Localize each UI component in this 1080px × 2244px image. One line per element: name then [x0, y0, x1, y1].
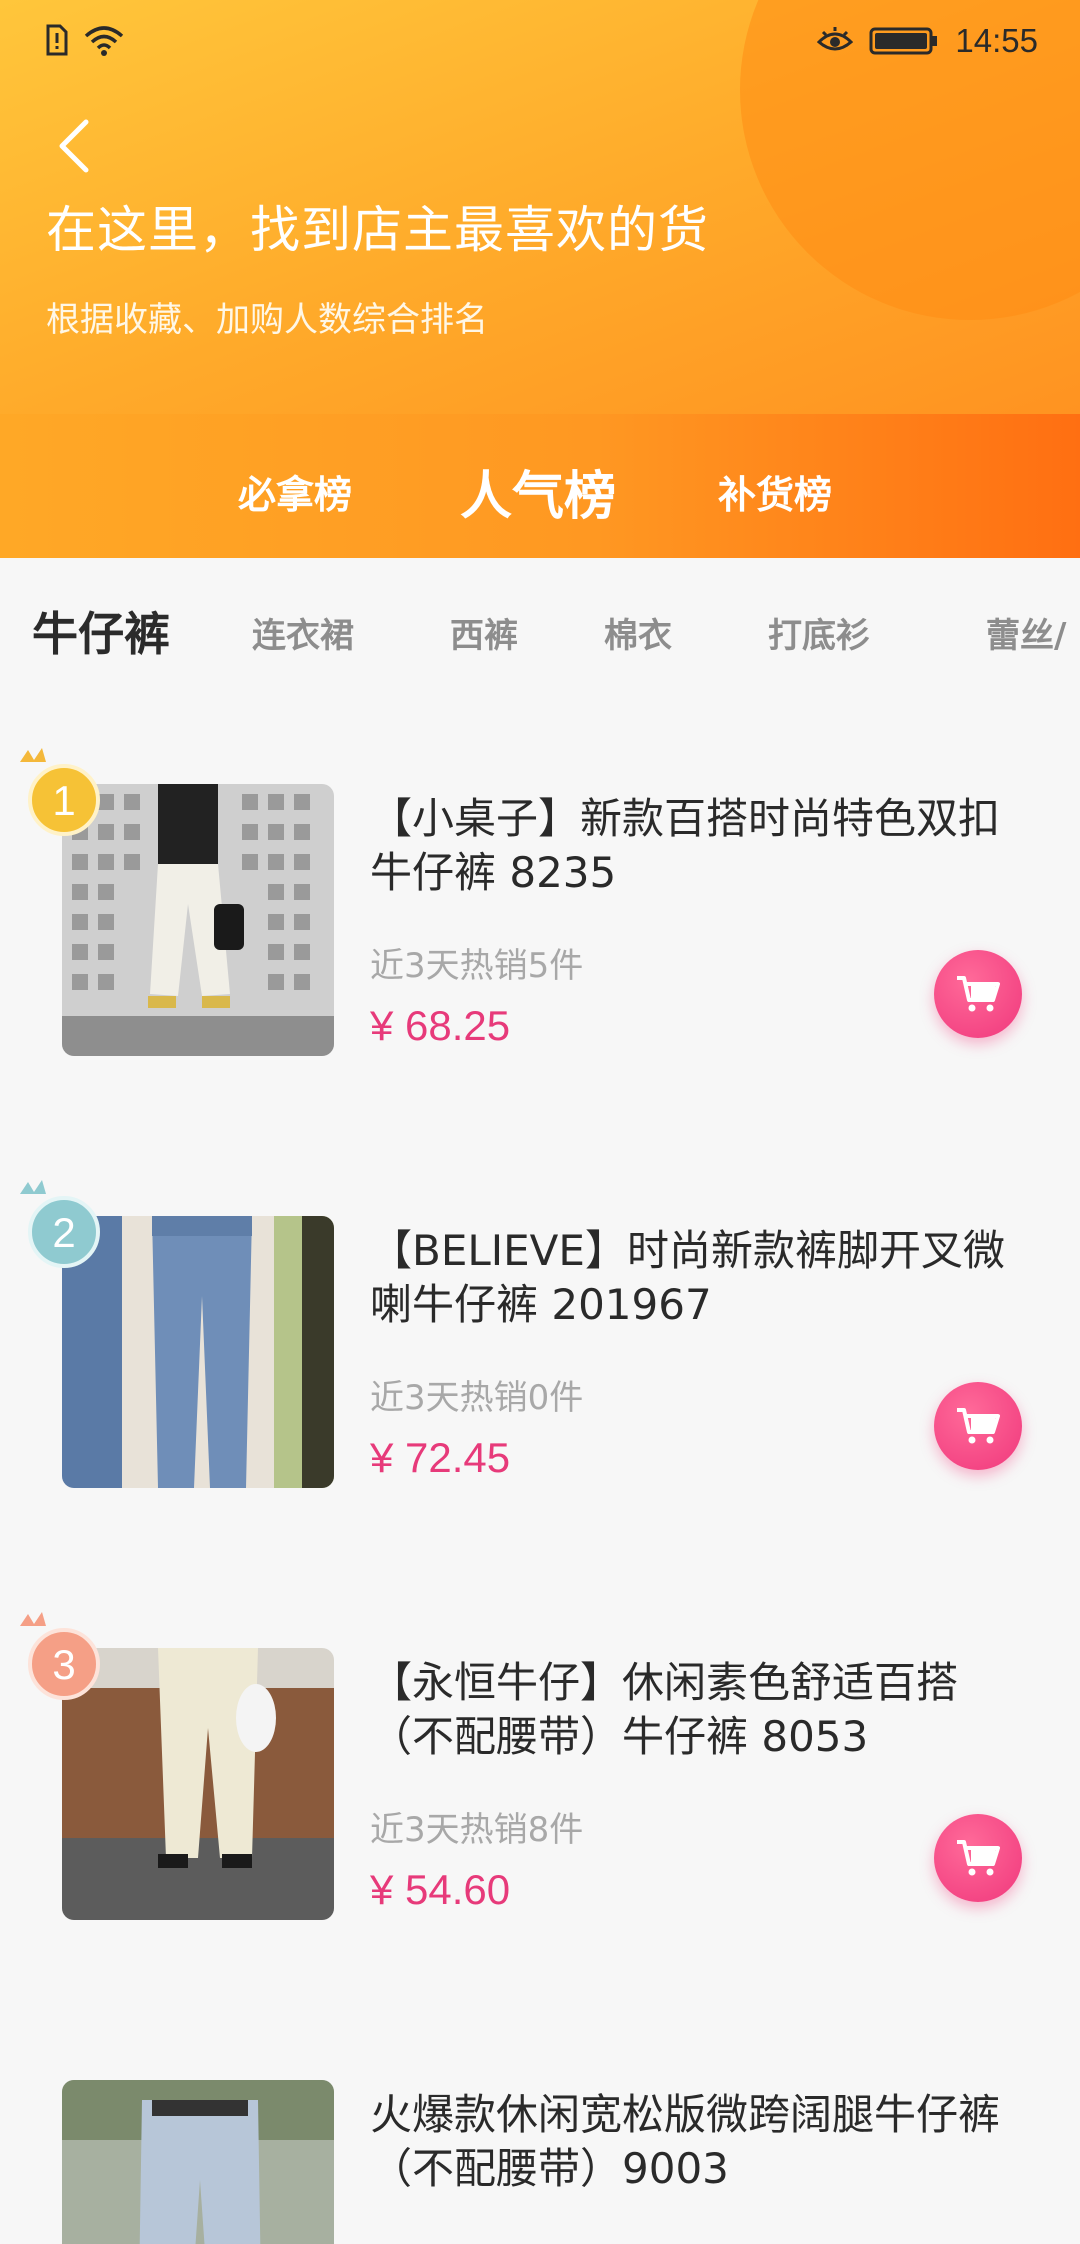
category-trousers[interactable]: 西裤 [450, 608, 518, 657]
rank-1-badge-icon: 1 [20, 748, 100, 836]
category-bar: 牛仔裤 连衣裙 西裤 棉衣 打底衫 蕾丝/ [0, 558, 1080, 708]
product-title[interactable]: 火爆款休闲宽松版微跨阔腿牛仔裤（不配腰带）9003 [370, 2088, 1020, 2196]
category-lace[interactable]: 蕾丝/ [986, 608, 1066, 657]
category-jeans[interactable]: 牛仔裤 [32, 598, 170, 664]
status-time: 14:55 [955, 22, 1038, 59]
page-subtitle: 根据收藏、加购人数综合排名 [46, 300, 488, 340]
product-item[interactable]: 火爆款休闲宽松版微跨阔腿牛仔裤（不配腰带）9003 [0, 2080, 1080, 2244]
product-item[interactable]: 2 【BELIEVE】时尚新款裤脚开叉微喇牛仔裤 201967 近3天热销0件 … [0, 1180, 1080, 1646]
eye-comfort-icon [817, 27, 854, 51]
product-title[interactable]: 【小桌子】新款百搭时尚特色双扣牛仔裤 8235 [370, 792, 1020, 900]
category-cotton-coats[interactable]: 棉衣 [604, 608, 672, 657]
rank-3-badge-icon: 3 [20, 1612, 100, 1700]
svg-text:1: 1 [52, 777, 75, 824]
cart-icon [957, 976, 1000, 1012]
product-item[interactable]: 3 【永恒牛仔】休闲素色舒适百搭（不配腰带）牛仔裤 8053 近3天热销8件 ¥… [0, 1612, 1080, 2078]
svg-text:2: 2 [52, 1209, 75, 1256]
product-price: ¥ 68.25 [370, 1002, 511, 1049]
product-sales: 近3天热销5件 [370, 946, 584, 986]
back-arrow-icon[interactable] [52, 116, 96, 176]
category-base-shirts[interactable]: 打底衫 [768, 608, 870, 657]
product-price: ¥ 72.45 [370, 1434, 511, 1481]
product-item[interactable]: 1 【小桌子】新款百搭时尚特色双扣牛仔裤 8235 近3天热销5件 ¥ 68.2… [0, 748, 1080, 1214]
battery-icon [869, 27, 938, 55]
tab-must-have[interactable]: 必拿榜 [238, 464, 352, 519]
cart-icon [957, 1840, 1000, 1876]
product-title[interactable]: 【BELIEVE】时尚新款裤脚开叉微喇牛仔裤 201967 [370, 1224, 1020, 1332]
sim-alert-icon [46, 24, 68, 56]
svg-text:3: 3 [52, 1641, 75, 1688]
add-to-cart-button[interactable] [934, 1382, 1022, 1470]
product-price: ¥ 54.60 [370, 1866, 511, 1913]
page-title: 在这里，找到店主最喜欢的货 [46, 201, 709, 259]
wifi-icon [84, 26, 124, 56]
product-title[interactable]: 【永恒牛仔】休闲素色舒适百搭（不配腰带）牛仔裤 8053 [370, 1656, 1020, 1764]
status-bar: 14:55 [0, 0, 1080, 84]
add-to-cart-button[interactable] [934, 1814, 1022, 1902]
cart-icon [957, 1408, 1000, 1444]
product-sales: 近3天热销8件 [370, 1810, 584, 1850]
ranking-tabs: 必拿榜 人气榜 补货榜 [0, 414, 1080, 558]
product-sales: 近3天热销0件 [370, 1378, 584, 1418]
product-image[interactable] [62, 2080, 334, 2244]
rank-2-badge-icon: 2 [20, 1180, 100, 1268]
header-banner: 14:55 在这里，找到店主最喜欢的货 根据收藏、加购人数综合排名 必拿榜 人气… [0, 0, 1080, 558]
category-dresses[interactable]: 连衣裙 [252, 608, 354, 657]
add-to-cart-button[interactable] [934, 950, 1022, 1038]
tab-restock[interactable]: 补货榜 [718, 464, 832, 519]
tab-popularity[interactable]: 人气榜 [452, 454, 627, 529]
